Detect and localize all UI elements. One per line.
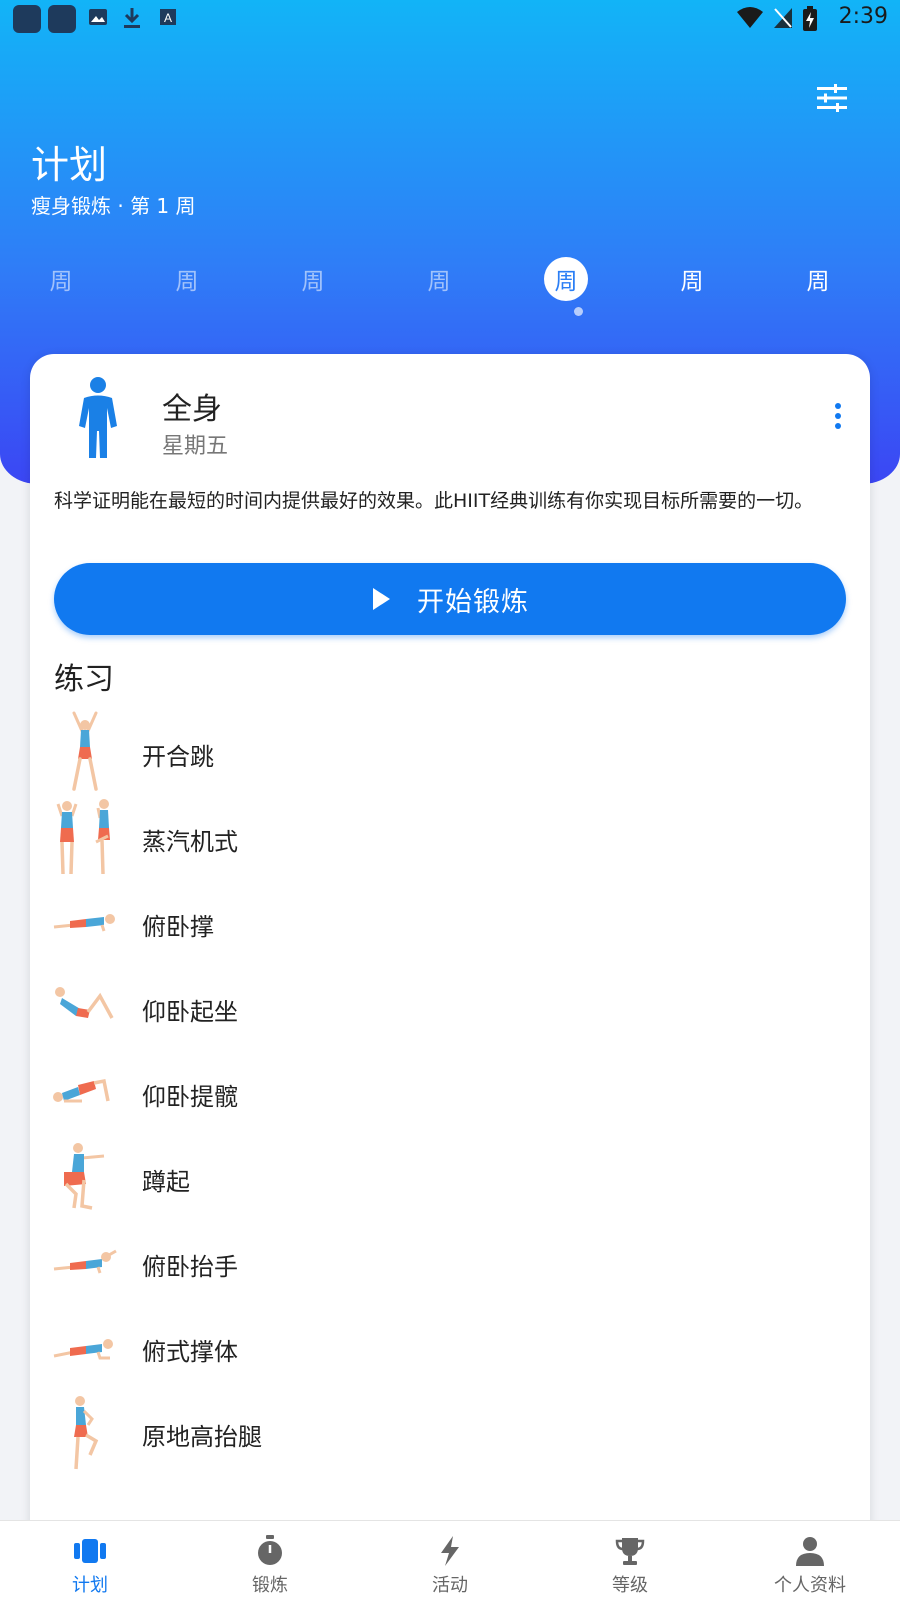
battery-charging-icon: [803, 6, 817, 31]
exercise-name: 仰卧起坐: [142, 998, 238, 1026]
lightning-icon: [432, 1533, 468, 1569]
status-bar: A 2:39: [0, 0, 900, 38]
trophy-icon: [612, 1533, 648, 1569]
nav-level[interactable]: 等级: [540, 1521, 720, 1600]
exercise-item[interactable]: 俯式撑体: [30, 1306, 870, 1390]
workout-description: 科学证明能在最短的时间内提供最好的效果。此HIIT经典训练有你实现目标所需要的一…: [54, 490, 814, 512]
day-5-selected[interactable]: 周: [544, 257, 588, 301]
exercise-name: 俯式撑体: [142, 1338, 238, 1366]
glute-bridge-figure-icon: [53, 1078, 110, 1103]
nav-label: 锻炼: [252, 1575, 288, 1596]
nav-activity[interactable]: 活动: [360, 1521, 540, 1600]
week-day-selector: 周 周 周 周 周 周 周: [0, 254, 900, 324]
bottom-navigation: 计划 锻炼 活动 等级 个人资料: [0, 1520, 900, 1600]
exercise-item[interactable]: 蹲起: [30, 1136, 870, 1220]
exercise-name: 俯卧撑: [142, 913, 214, 941]
day-2[interactable]: 周: [162, 254, 212, 304]
workout-card: 全身 星期五 科学证明能在最短的时间内提供最好的效果。此HIIT经典训练有你实现…: [30, 354, 870, 1534]
stopwatch-icon: [252, 1533, 288, 1569]
exercise-item[interactable]: 开合跳: [30, 711, 870, 795]
full-body-icon: [79, 377, 117, 458]
nav-label: 活动: [432, 1575, 468, 1596]
exercise-name: 蒸汽机式: [142, 828, 238, 856]
exercises-section-title: 练习: [54, 662, 114, 697]
filter-settings-button[interactable]: [812, 78, 852, 118]
jumping-jacks-figure-icon: [72, 711, 98, 791]
nav-label: 个人资料: [774, 1575, 846, 1596]
nav-label: 等级: [612, 1575, 648, 1596]
exercise-item[interactable]: 蒸汽机式: [30, 796, 870, 880]
person-icon: [792, 1533, 828, 1569]
exercise-name: 原地高抬腿: [142, 1423, 262, 1451]
no-signal-icon: [774, 8, 792, 28]
plan-icon: [72, 1533, 108, 1569]
exercise-item[interactable]: 仰卧起坐: [30, 966, 870, 1050]
more-vertical-icon: [835, 403, 841, 429]
crunch-figure-icon: [55, 987, 114, 1019]
workout-day: 星期五: [162, 434, 229, 459]
exercise-item[interactable]: 仰卧提髋: [30, 1051, 870, 1135]
svg-text:A: A: [164, 11, 172, 25]
nav-profile[interactable]: 个人资料: [720, 1521, 900, 1600]
exercise-item[interactable]: 原地高抬腿: [30, 1391, 870, 1475]
exercise-name: 仰卧提髋: [142, 1083, 238, 1111]
page-title: 计划: [31, 143, 108, 187]
plank-figure-icon: [53, 1339, 113, 1360]
steam-engine-figure-icon: [56, 799, 110, 875]
status-time: 2:39: [838, 4, 888, 29]
exercise-item[interactable]: 俯卧撑: [30, 881, 870, 965]
more-options-button[interactable]: [826, 396, 850, 436]
exercise-name: 俯卧抬手: [142, 1253, 238, 1281]
play-icon: [373, 588, 390, 610]
download-icon: [124, 8, 140, 28]
plan-subtitle: 瘦身锻炼 · 第 1 周: [31, 194, 196, 218]
exercise-name: 蹲起: [142, 1168, 190, 1196]
workout-title: 全身: [162, 392, 222, 427]
wifi-icon: [737, 7, 763, 28]
selected-day-indicator: [574, 307, 583, 316]
day-7[interactable]: 周: [793, 254, 843, 304]
exercise-item[interactable]: 俯卧抬手: [30, 1221, 870, 1305]
nav-plan[interactable]: 计划: [0, 1521, 180, 1600]
day-3[interactable]: 周: [288, 254, 338, 304]
start-workout-button[interactable]: 开始锻炼: [54, 563, 846, 635]
nav-workout[interactable]: 锻炼: [180, 1521, 360, 1600]
plank-arm-raise-figure-icon: [53, 1249, 117, 1274]
day-1[interactable]: 周: [36, 254, 86, 304]
sliders-icon: [817, 84, 847, 112]
high-knees-figure-icon: [74, 1396, 99, 1470]
squat-figure-icon: [64, 1143, 105, 1210]
nav-label: 计划: [72, 1575, 108, 1596]
start-workout-label: 开始锻炼: [417, 586, 529, 618]
image-icon: [89, 9, 107, 25]
translate-icon: A: [160, 9, 176, 25]
day-6[interactable]: 周: [667, 254, 717, 304]
push-up-figure-icon: [53, 914, 115, 932]
exercise-name: 开合跳: [142, 743, 214, 771]
app-notification-icon: [13, 5, 41, 33]
day-4[interactable]: 周: [414, 254, 464, 304]
app-notification-icon: [48, 5, 76, 33]
